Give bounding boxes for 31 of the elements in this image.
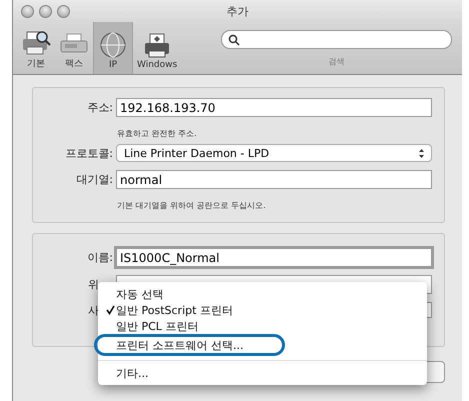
toolbar-tab[interactable]: IP xyxy=(93,22,133,74)
field-label: 사 xyxy=(87,302,100,318)
menu-item[interactable]: 프린터 소프트웨어 선택... xyxy=(94,334,285,356)
field-label: 대기열: xyxy=(75,172,114,187)
globe-icon xyxy=(98,31,128,59)
toolbar-tab[interactable]: 기본 xyxy=(17,22,55,74)
stepper-icon xyxy=(418,148,425,159)
search-label: 검색 xyxy=(328,56,345,67)
name-field[interactable]: IS1000C_Normal xyxy=(116,248,432,267)
window-control-icon[interactable] xyxy=(21,4,34,18)
window-control-icon[interactable] xyxy=(39,4,52,18)
address-field[interactable]: 192.168.193.70 xyxy=(116,98,432,117)
printer-icon xyxy=(21,30,51,56)
field-label: 이름: xyxy=(86,250,114,265)
menu-item[interactable]: 일반 PostScript 프린터 xyxy=(102,302,423,318)
field-label: 주소: xyxy=(86,100,114,115)
protocol-dropdown[interactable]: Line Printer Daemon - LPD xyxy=(116,144,432,162)
menu-item[interactable]: 자동 선택 xyxy=(102,286,423,302)
hint-text: 유효하고 완전한 주소. xyxy=(117,129,197,138)
search-field[interactable] xyxy=(221,30,452,49)
queue-field[interactable]: normal xyxy=(116,170,432,189)
menu-item[interactable]: 기타... xyxy=(102,365,423,381)
toolbar-tab[interactable]: Windows xyxy=(133,22,182,74)
field-label: 프로토콜: xyxy=(64,146,114,160)
window-title: 추가 xyxy=(226,4,250,18)
field-label: 위 xyxy=(87,277,100,292)
window-control-icon[interactable] xyxy=(57,4,70,18)
search-icon xyxy=(228,34,240,46)
toolbar-tab[interactable]: 팩스 xyxy=(55,22,93,74)
hint-text: 기본 대기열을 위하여 공란으로 두십시오. xyxy=(117,201,266,210)
menu-item[interactable]: 일반 PCL 프린터 xyxy=(102,318,423,334)
